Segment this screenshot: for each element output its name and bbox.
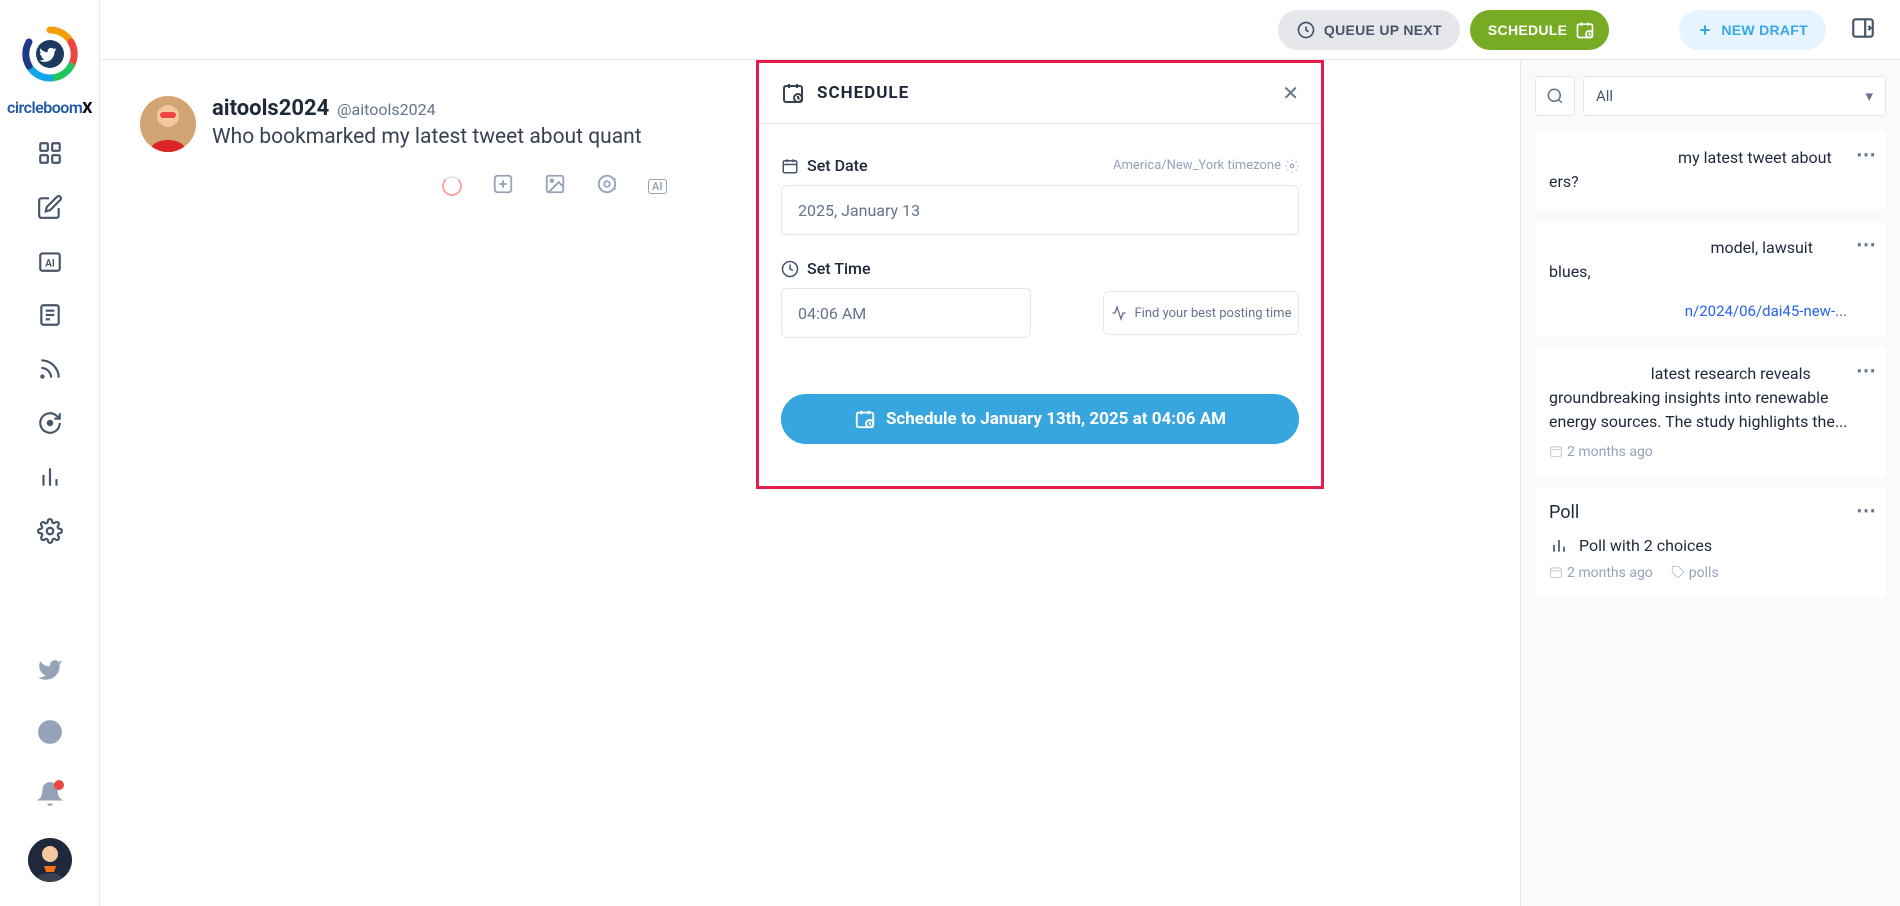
svg-text:AI: AI	[45, 258, 55, 269]
date-icon	[781, 157, 799, 175]
draft-text: Who bookmarked my latest tweet about ers…	[1549, 146, 1872, 194]
composer-avatar	[140, 96, 196, 152]
composer-display-name: aitools2024	[212, 96, 329, 121]
notifications-icon[interactable]	[32, 776, 68, 812]
draft-text: DeepMind's new proto model, lawsuit blue…	[1549, 236, 1872, 284]
set-date-label: Set Date	[807, 156, 868, 175]
draft-tag: polls	[1671, 565, 1719, 581]
filter-value: All	[1596, 87, 1613, 105]
twitter-icon[interactable]	[32, 652, 68, 688]
timezone-link[interactable]: America/New_York timezone	[1113, 158, 1299, 173]
draft-timestamp: 2 months ago	[1549, 444, 1653, 460]
image-icon[interactable]	[544, 173, 566, 199]
draft-item[interactable]: ⋯ Big news! Our latest research reveals …	[1535, 348, 1886, 476]
schedule-submit-button[interactable]: Schedule to January 13th, 2025 at 04:06 …	[781, 394, 1299, 444]
dashboard-icon[interactable]	[32, 135, 68, 171]
draft-menu-icon[interactable]: ⋯	[1856, 358, 1878, 382]
queue-up-next-button[interactable]: QUEUE UP NEXT	[1278, 10, 1460, 50]
composer-handle: @aitools2024	[337, 100, 435, 119]
find-best-time-button[interactable]: Find your best posting time	[1103, 291, 1299, 335]
queue-label: QUEUE UP NEXT	[1324, 22, 1442, 38]
document-icon[interactable]	[32, 297, 68, 333]
poll-info: Poll with 2 choices	[1549, 535, 1872, 555]
schedule-label: SCHEDULE	[1488, 22, 1567, 38]
info-icon[interactable]	[32, 714, 68, 750]
sidebar: circleboomX AI	[0, 0, 100, 906]
analytics-icon[interactable]	[32, 459, 68, 495]
set-time-label: Set Time	[807, 259, 871, 278]
add-media-icon[interactable]	[492, 173, 514, 199]
gif-icon[interactable]	[596, 173, 618, 199]
loading-spinner-icon	[442, 176, 462, 196]
panel-toggle-icon[interactable]	[1850, 15, 1876, 45]
draft-menu-icon[interactable]: ⋯	[1856, 232, 1878, 256]
draft-item[interactable]: ⋯ DeepMind's new proto model, lawsuit bl…	[1535, 222, 1886, 336]
user-avatar[interactable]	[28, 838, 72, 882]
draft-timestamp: 2 months ago	[1549, 565, 1653, 581]
rss-icon[interactable]	[32, 351, 68, 387]
logo	[14, 18, 86, 90]
draft-menu-icon[interactable]: ⋯	[1856, 142, 1878, 166]
draft-link: https://www.domainn/2024/06/dai45-new-..…	[1549, 302, 1872, 320]
new-draft-button[interactable]: NEW DRAFT	[1679, 10, 1826, 50]
date-input[interactable]: 2025, January 13	[781, 185, 1299, 235]
draft-menu-icon[interactable]: ⋯	[1856, 498, 1878, 522]
draft-item[interactable]: ⋯ Who bookmarked my latest tweet about e…	[1535, 132, 1886, 210]
new-draft-label: NEW DRAFT	[1721, 22, 1808, 38]
draft-item[interactable]: ⋯ Poll Poll with 2 choices 2 months ago …	[1535, 488, 1886, 597]
drafts-panel: All ▾ ⋯ Who bookmarked my latest tweet a…	[1520, 60, 1900, 906]
search-button[interactable]	[1535, 76, 1575, 116]
settings-icon[interactable]	[32, 513, 68, 549]
compose-icon[interactable]	[32, 189, 68, 225]
filter-select[interactable]: All ▾	[1583, 76, 1886, 116]
popup-title: SCHEDULE	[817, 83, 909, 103]
ai-assist-icon[interactable]: AI	[648, 179, 667, 194]
clock-icon	[781, 260, 799, 278]
draft-text: Big news! Our latest research reveals gr…	[1549, 362, 1872, 434]
schedule-button[interactable]: SCHEDULE	[1470, 10, 1609, 50]
calendar-icon	[781, 81, 805, 105]
brand-name: circleboomX	[7, 98, 92, 117]
refresh-icon[interactable]	[32, 405, 68, 441]
draft-title: Poll	[1549, 502, 1872, 523]
schedule-popup: SCHEDULE ✕ Set Date America/New_York tim…	[756, 60, 1324, 489]
ai-icon[interactable]: AI	[32, 243, 68, 279]
close-icon[interactable]: ✕	[1282, 81, 1299, 105]
topbar: QUEUE UP NEXT SCHEDULE NEW DRAFT	[100, 0, 1900, 60]
time-input[interactable]: 04:06 AM	[781, 288, 1031, 338]
